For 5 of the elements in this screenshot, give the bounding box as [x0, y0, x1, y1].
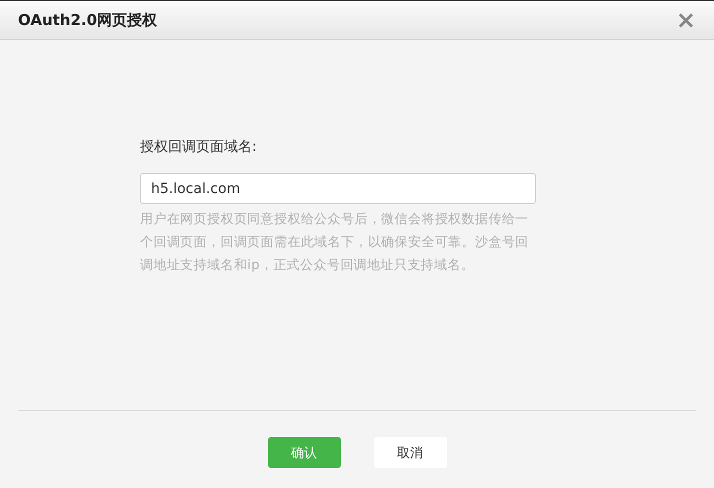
domain-input-field[interactable]: h5.local.com — [140, 173, 536, 204]
dialog-title: OAuth2.0网页授权 — [18, 10, 158, 30]
field-label: 授权回调页面域名: — [140, 138, 257, 156]
hint-text: 用户在网页授权页同意授权给公众号后，微信会将授权数据传给一个回调页面，回调页面需在此域名下，以确保安全可靠。沙盒号回调地址支持域名和ip，正式公众号回调地址只支持域名。 — [140, 211, 530, 275]
cancel-button[interactable]: 取消 — [374, 437, 446, 468]
